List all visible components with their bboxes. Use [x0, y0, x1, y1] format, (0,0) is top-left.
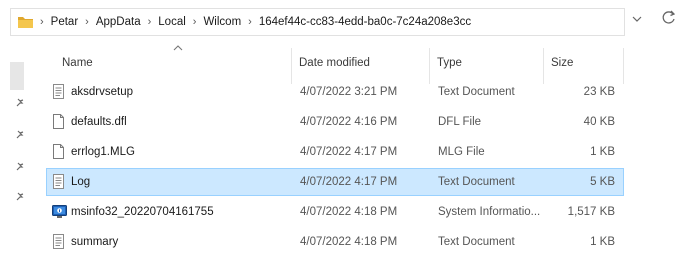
file-size: 23 KB	[583, 86, 615, 98]
nav-item-highlight[interactable]	[10, 62, 24, 90]
file-name: msinfo32_20220704161755	[71, 206, 214, 218]
column-header-type[interactable]: Type	[437, 57, 462, 69]
breadcrumb-wilcom[interactable]: Wilcom	[198, 16, 246, 28]
file-row[interactable]: defaults.dfl 4/07/2022 4:16 PM DFL File 40 …	[46, 108, 624, 136]
file-row[interactable]: errlog1.MLG 4/07/2022 4:17 PM MLG File 1 KB	[46, 138, 624, 166]
breadcrumb: › Petar › AppData › Local › Wilcom › 164…	[38, 16, 476, 28]
pin-icon[interactable]	[15, 192, 25, 205]
blank-file-icon	[52, 114, 65, 132]
text-file-icon	[52, 174, 65, 192]
file-row[interactable]: aksdrvsetup 4/07/2022 3:21 PM Text Documen…	[46, 78, 624, 106]
file-name: Log	[71, 176, 91, 188]
breadcrumb-appdata[interactable]: AppData	[91, 16, 146, 28]
sort-ascending-icon	[173, 43, 183, 54]
file-type: Text Document	[438, 86, 515, 98]
file-date-modified: 4/07/2022 4:16 PM	[300, 116, 398, 128]
column-header-date-modified[interactable]: Date modified	[299, 57, 370, 69]
navigation-pane	[0, 40, 30, 255]
breadcrumb-current-folder[interactable]: 164ef44c-cc83-4edd-ba0c-7c24a208e3cc	[254, 16, 476, 28]
refresh-icon[interactable]	[662, 10, 675, 29]
chevron-down-icon[interactable]	[632, 14, 642, 26]
file-size: 5 KB	[590, 176, 615, 188]
address-bar[interactable]: › Petar › AppData › Local › Wilcom › 164…	[10, 8, 625, 36]
file-date-modified: 4/07/2022 3:21 PM	[300, 86, 398, 98]
breadcrumb-separator[interactable]: ›	[83, 16, 91, 28]
breadcrumb-separator[interactable]: ›	[191, 16, 199, 28]
file-type: Text Document	[438, 236, 515, 248]
text-file-icon	[52, 84, 65, 102]
file-size: 40 KB	[583, 116, 615, 128]
blank-file-icon	[52, 144, 65, 162]
column-header-size[interactable]: Size	[551, 57, 573, 69]
file-row[interactable]: Log 4/07/2022 4:17 PM Text Document 5 KB	[46, 168, 624, 196]
file-size: 1,517 KB	[567, 206, 615, 218]
file-name: summary	[71, 236, 119, 248]
file-date-modified: 4/07/2022 4:18 PM	[300, 236, 398, 248]
column-header-name[interactable]: Name	[62, 57, 93, 69]
file-row[interactable]: msinfo32_20220704161755 4/07/2022 4:18 PM…	[46, 198, 624, 226]
breadcrumb-separator[interactable]: ›	[38, 16, 46, 28]
breadcrumb-separator[interactable]: ›	[246, 16, 254, 28]
pin-icon[interactable]	[15, 98, 25, 111]
breadcrumb-local[interactable]: Local	[153, 16, 191, 28]
file-type: System Informatio...	[438, 206, 541, 218]
file-row[interactable]: summary 4/07/2022 4:18 PM Text Document 1 K…	[46, 228, 624, 256]
file-type: DFL File	[438, 116, 482, 128]
file-type: MLG File	[438, 146, 485, 158]
text-file-icon	[52, 234, 65, 252]
file-size: 1 KB	[590, 236, 615, 248]
pin-icon[interactable]	[15, 162, 25, 175]
breadcrumb-separator[interactable]: ›	[146, 16, 154, 28]
file-name: aksdrvsetup	[71, 86, 134, 98]
file-date-modified: 4/07/2022 4:17 PM	[300, 146, 398, 158]
pin-icon[interactable]	[15, 130, 25, 143]
folder-icon	[17, 15, 34, 29]
file-date-modified: 4/07/2022 4:17 PM	[300, 176, 398, 188]
file-size: 1 KB	[590, 146, 615, 158]
file-name: errlog1.MLG	[71, 146, 135, 158]
file-date-modified: 4/07/2022 4:18 PM	[300, 206, 398, 218]
file-name: defaults.dfl	[71, 116, 127, 128]
breadcrumb-petar[interactable]: Petar	[46, 16, 84, 28]
file-type: Text Document	[438, 176, 515, 188]
system-info-icon	[52, 204, 67, 222]
